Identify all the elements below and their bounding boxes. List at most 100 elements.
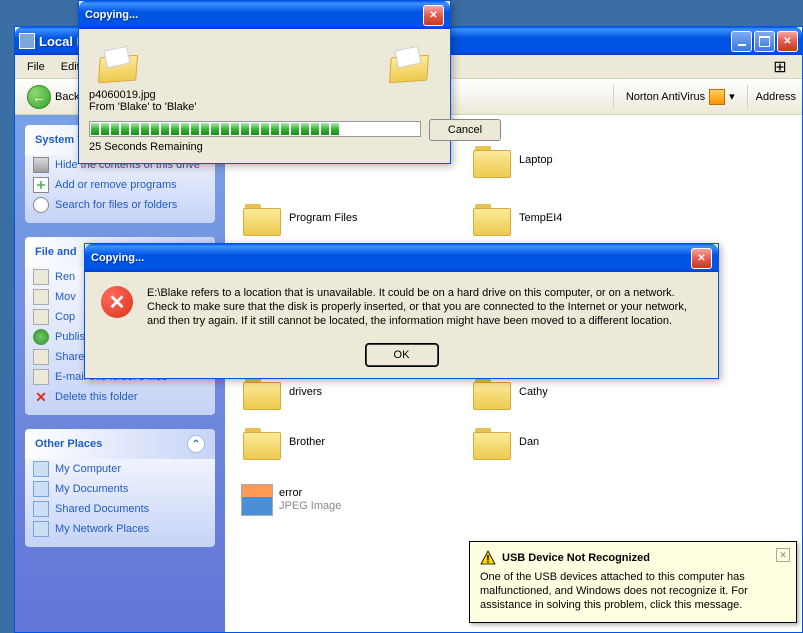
maximize-button[interactable]	[754, 31, 775, 52]
address-label: Address	[756, 91, 796, 103]
link-shared-documents[interactable]: Shared Documents	[25, 499, 215, 519]
norton-antivirus-button[interactable]: Norton AntiVirus ▾	[622, 87, 739, 107]
windows-flag-icon: ⊞	[762, 56, 798, 78]
time-remaining: 25 Seconds Remaining	[89, 141, 440, 153]
folder-item[interactable]: TempEI4	[471, 191, 631, 245]
item-label: Brother	[289, 436, 325, 449]
back-button[interactable]: ← Back	[21, 83, 85, 111]
item-label: Dan	[519, 436, 539, 449]
rename-icon	[33, 269, 49, 285]
task-label: My Documents	[55, 483, 128, 495]
network-places-icon	[33, 521, 49, 537]
dialog-body: E:\Blake refers to a location that is un…	[85, 272, 718, 344]
task-add-remove-programs[interactable]: Add or remove programs	[25, 175, 215, 195]
task-search-files[interactable]: Search for files or folders	[25, 195, 215, 215]
move-icon	[33, 289, 49, 305]
folder-icon	[241, 424, 283, 460]
folder-icon	[241, 200, 283, 236]
link-my-documents[interactable]: My Documents	[25, 479, 215, 499]
task-label: My Network Places	[55, 523, 149, 535]
copying-fromto: From 'Blake' to 'Blake'	[89, 101, 440, 113]
ok-button[interactable]: OK	[366, 344, 438, 366]
task-label: Shared Documents	[55, 503, 149, 515]
file-item[interactable]: errorJPEG Image	[241, 473, 401, 527]
folder-open-icon	[390, 48, 430, 80]
folder-item[interactable]: Dan	[471, 415, 631, 469]
copy-animation	[89, 39, 440, 89]
balloon-body: One of the USB devices attached to this …	[480, 570, 786, 612]
cancel-button[interactable]: Cancel	[429, 119, 501, 141]
item-label: Laptop	[519, 154, 553, 167]
minimize-button[interactable]	[731, 31, 752, 52]
copy-icon	[33, 309, 49, 325]
balloon-title-row: ! USB Device Not Recognized	[480, 550, 786, 566]
close-button[interactable]	[691, 248, 712, 269]
dialog-body: p4060019.jpg From 'Blake' to 'Blake' Can…	[79, 29, 450, 163]
other-places-header[interactable]: Other Places ⌃	[25, 429, 215, 459]
task-label: My Computer	[55, 463, 121, 475]
task-label: Ren	[55, 271, 75, 283]
progress-bar	[89, 121, 421, 137]
add-remove-icon	[33, 177, 49, 193]
folder-icon	[471, 142, 513, 178]
publish-icon	[33, 329, 49, 345]
window-controls	[731, 31, 798, 52]
error-message: E:\Blake refers to a location that is un…	[147, 286, 702, 328]
balloon-title: USB Device Not Recognized	[502, 552, 650, 564]
error-dialog: Copying... E:\Blake refers to a location…	[84, 243, 719, 379]
folder-item[interactable]: Brother	[241, 415, 401, 469]
folder-icon	[471, 200, 513, 236]
shared-documents-icon	[33, 501, 49, 517]
task-label: Add or remove programs	[55, 179, 177, 191]
task-delete[interactable]: Delete this folder	[25, 387, 215, 407]
task-label: Mov	[55, 291, 76, 303]
my-computer-icon	[33, 461, 49, 477]
jpeg-thumbnail-icon	[241, 484, 273, 516]
drive-icon	[19, 33, 35, 49]
balloon-close-button[interactable]: ✕	[776, 548, 790, 562]
copy-progress-dialog: Copying... p4060019.jpg From 'Blake' to …	[78, 0, 451, 164]
my-documents-icon	[33, 481, 49, 497]
panel-title: File and	[35, 246, 77, 258]
back-label: Back	[55, 91, 79, 103]
link-network-places[interactable]: My Network Places	[25, 519, 215, 539]
hide-icon	[33, 157, 49, 173]
dialog-title: Copying...	[85, 9, 423, 21]
folder-item[interactable]: Program Files	[241, 191, 401, 245]
item-label: TempEI4	[519, 212, 562, 225]
item-label: errorJPEG Image	[279, 487, 341, 513]
folder-open-icon	[99, 48, 139, 80]
delete-icon	[33, 389, 49, 405]
folder-icon	[241, 374, 283, 410]
warning-icon: !	[480, 550, 496, 566]
norton-icon	[709, 89, 725, 105]
share-icon	[33, 349, 49, 365]
other-places-panel: Other Places ⌃ My Computer My Documents …	[25, 429, 215, 547]
folder-icon	[471, 424, 513, 460]
task-label: Search for files or folders	[55, 199, 177, 211]
link-my-computer[interactable]: My Computer	[25, 459, 215, 479]
item-label: Cathy	[519, 386, 548, 399]
usb-notification-balloon[interactable]: ✕ ! USB Device Not Recognized One of the…	[469, 541, 797, 623]
close-button[interactable]	[423, 5, 444, 26]
error-icon	[101, 286, 133, 318]
collapse-icon[interactable]: ⌃	[187, 435, 205, 453]
task-label: Cop	[55, 311, 75, 323]
menu-file[interactable]: File	[19, 59, 53, 75]
dialog-titlebar[interactable]: Copying...	[85, 244, 718, 272]
search-icon	[33, 197, 49, 213]
svg-text:!: !	[486, 554, 490, 566]
dialog-title: Copying...	[91, 252, 691, 264]
back-arrow-icon: ←	[27, 85, 51, 109]
close-button[interactable]	[777, 31, 798, 52]
dialog-titlebar[interactable]: Copying...	[79, 1, 450, 29]
item-label: drivers	[289, 386, 322, 399]
item-label: Program Files	[289, 212, 357, 225]
toolbar-separator	[747, 85, 748, 109]
panel-title: Other Places	[35, 438, 102, 450]
email-icon	[33, 369, 49, 385]
toolbar-separator	[613, 85, 614, 109]
task-label: Delete this folder	[55, 391, 138, 403]
norton-label: Norton AntiVirus	[626, 91, 705, 103]
folder-item[interactable]: Laptop	[471, 133, 631, 187]
